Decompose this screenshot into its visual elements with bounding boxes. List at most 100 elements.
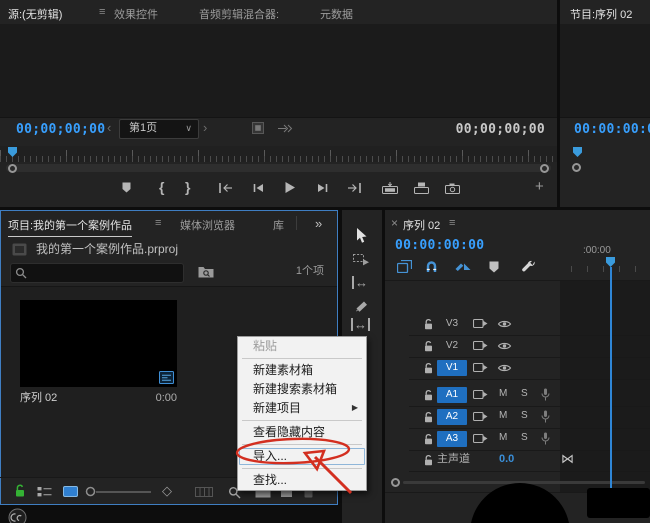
zoom-handle-right[interactable] — [540, 164, 549, 173]
page-select[interactable]: 第1页 ∨ — [119, 119, 199, 139]
menu-item-find[interactable]: 查找... — [238, 471, 366, 490]
project-panel-menu-icon[interactable]: ≡ — [155, 217, 161, 229]
voiceover-mic-icon[interactable] — [541, 388, 550, 401]
bowtie-keyframe-icon[interactable]: ⋈ — [561, 452, 574, 465]
panel-menu-icon[interactable]: ≡ — [99, 6, 105, 18]
zoom-handle-left[interactable] — [8, 164, 17, 173]
voiceover-mic-icon[interactable] — [541, 432, 550, 445]
search-bin-icon[interactable] — [198, 265, 214, 278]
track-row-a2[interactable]: A2 M S — [409, 406, 650, 429]
track-row-v1[interactable]: V1 — [409, 357, 650, 380]
clip-name[interactable]: 序列 02 — [20, 393, 57, 404]
automate-to-sequence-icon[interactable] — [195, 487, 213, 497]
track-target-button[interactable]: V1 — [437, 360, 467, 376]
slip-tool-icon[interactable]: ↔ — [351, 318, 370, 331]
timeline-marker-icon[interactable] — [489, 261, 499, 273]
track-target-button[interactable]: V2 — [437, 338, 467, 354]
button-editor-plus-icon[interactable]: + — [535, 179, 544, 194]
solo-button[interactable]: S — [521, 410, 528, 421]
overwrite-icon[interactable] — [414, 182, 429, 194]
list-view-icon[interactable] — [37, 486, 52, 498]
ripple-edit-tool-icon[interactable]: ↔ — [352, 276, 368, 289]
lock-icon[interactable] — [423, 389, 434, 402]
track-row-a3[interactable]: A3 M S — [409, 428, 650, 451]
menu-item-new-search-bin[interactable]: 新建搜索素材箱 — [238, 380, 366, 399]
timeline-panel-menu-icon[interactable]: ≡ — [449, 217, 455, 229]
export-frame-icon[interactable] — [445, 183, 460, 194]
play-icon[interactable] — [284, 181, 296, 194]
track-visibility-eye-icon[interactable] — [497, 319, 512, 329]
timeline-zoom-handle[interactable] — [391, 478, 400, 487]
creative-cloud-icon[interactable] — [8, 508, 27, 523]
sequence-thumbnail[interactable] — [20, 300, 177, 387]
track-row-v2[interactable]: V2 — [409, 335, 650, 358]
menu-item-paste[interactable]: 粘贴 — [238, 337, 366, 356]
tab-overflow-icon[interactable]: » — [315, 216, 322, 231]
tab-source[interactable]: 源:(无剪辑) — [8, 6, 63, 26]
zoom-slider-track[interactable] — [96, 491, 151, 493]
mute-button[interactable]: M — [499, 432, 507, 443]
tab-project[interactable]: 项目:我的第一个案例作品 — [8, 217, 133, 237]
tab-audio-clip-mixer[interactable]: 音频剪辑混合器: — [199, 6, 279, 22]
track-target-button[interactable]: V3 — [437, 316, 467, 332]
timeline-settings-wrench-icon[interactable] — [521, 260, 536, 274]
track-target-button[interactable]: A1 — [437, 387, 467, 403]
menu-item-new-item[interactable]: 新建项目 ▶ — [238, 399, 366, 418]
lock-icon[interactable] — [423, 340, 434, 353]
solo-button[interactable]: S — [521, 432, 528, 443]
tab-effect-controls[interactable]: 效果控件 — [114, 6, 158, 22]
tab-libraries[interactable]: 库 — [273, 217, 284, 233]
search-input[interactable] — [10, 263, 184, 283]
program-zoom-handle[interactable] — [572, 163, 581, 172]
sync-lock-icon[interactable] — [473, 433, 488, 444]
tab-sequence[interactable]: 序列 02 — [403, 217, 440, 236]
tab-program[interactable]: 节目:序列 02 — [570, 6, 633, 26]
lock-icon[interactable] — [423, 433, 434, 446]
track-row-a1[interactable]: A1 M S — [409, 384, 650, 407]
menu-item-view-hidden[interactable]: 查看隐藏内容 — [238, 423, 366, 442]
lock-icon[interactable] — [423, 362, 434, 375]
snap-magnet-icon[interactable] — [425, 259, 438, 273]
sync-lock-icon[interactable] — [473, 318, 488, 329]
menu-item-import[interactable]: 导入... — [238, 447, 366, 466]
track-target-button[interactable]: A3 — [437, 431, 467, 447]
icon-view-icon[interactable] — [63, 486, 78, 497]
linked-selection-icon[interactable] — [455, 260, 471, 273]
track-select-tool-icon[interactable] — [353, 254, 370, 266]
go-to-out-icon[interactable] — [347, 182, 362, 194]
source-zoom-scrollbar[interactable] — [6, 164, 551, 172]
tab-metadata[interactable]: 元数据 — [320, 6, 353, 22]
tab-media-browser[interactable]: 媒体浏览器 — [180, 217, 235, 233]
page-next-icon[interactable]: › — [203, 121, 207, 134]
step-back-icon[interactable] — [252, 183, 264, 193]
step-forward-icon[interactable] — [317, 183, 329, 193]
timeline-playhead-line[interactable] — [610, 267, 612, 492]
track-visibility-eye-icon[interactable] — [497, 341, 512, 351]
mute-button[interactable]: M — [499, 388, 507, 399]
razor-tool-icon[interactable] — [355, 300, 368, 312]
mark-in-icon[interactable]: { — [159, 180, 164, 194]
page-prev-icon[interactable]: ‹ — [107, 121, 111, 134]
source-time-ruler[interactable] — [0, 146, 557, 162]
sort-icon[interactable]: ◇ — [162, 484, 172, 497]
selection-tool-icon[interactable] — [356, 228, 368, 244]
grid-settings-icon[interactable] — [252, 122, 264, 134]
double-arrow-icon[interactable] — [278, 124, 293, 133]
insert-as-nest-icon[interactable] — [397, 260, 412, 273]
voiceover-mic-icon[interactable] — [541, 410, 550, 423]
program-playhead[interactable] — [573, 147, 582, 157]
master-gain-value[interactable]: 0.0 — [499, 454, 514, 465]
close-tab-icon[interactable]: × — [391, 217, 398, 229]
lock-icon[interactable] — [423, 318, 434, 331]
sync-lock-icon[interactable] — [473, 411, 488, 422]
insert-icon[interactable] — [382, 182, 398, 194]
zoom-slider-handle[interactable] — [85, 486, 96, 497]
solo-button[interactable]: S — [521, 388, 528, 399]
track-target-button[interactable]: A2 — [437, 409, 467, 425]
mute-button[interactable]: M — [499, 410, 507, 421]
sync-lock-icon[interactable] — [473, 340, 488, 351]
mark-out-icon[interactable]: } — [185, 180, 190, 194]
project-writable-lock-icon[interactable] — [14, 484, 26, 498]
sync-lock-icon[interactable] — [473, 389, 488, 400]
go-to-in-icon[interactable] — [218, 182, 233, 194]
